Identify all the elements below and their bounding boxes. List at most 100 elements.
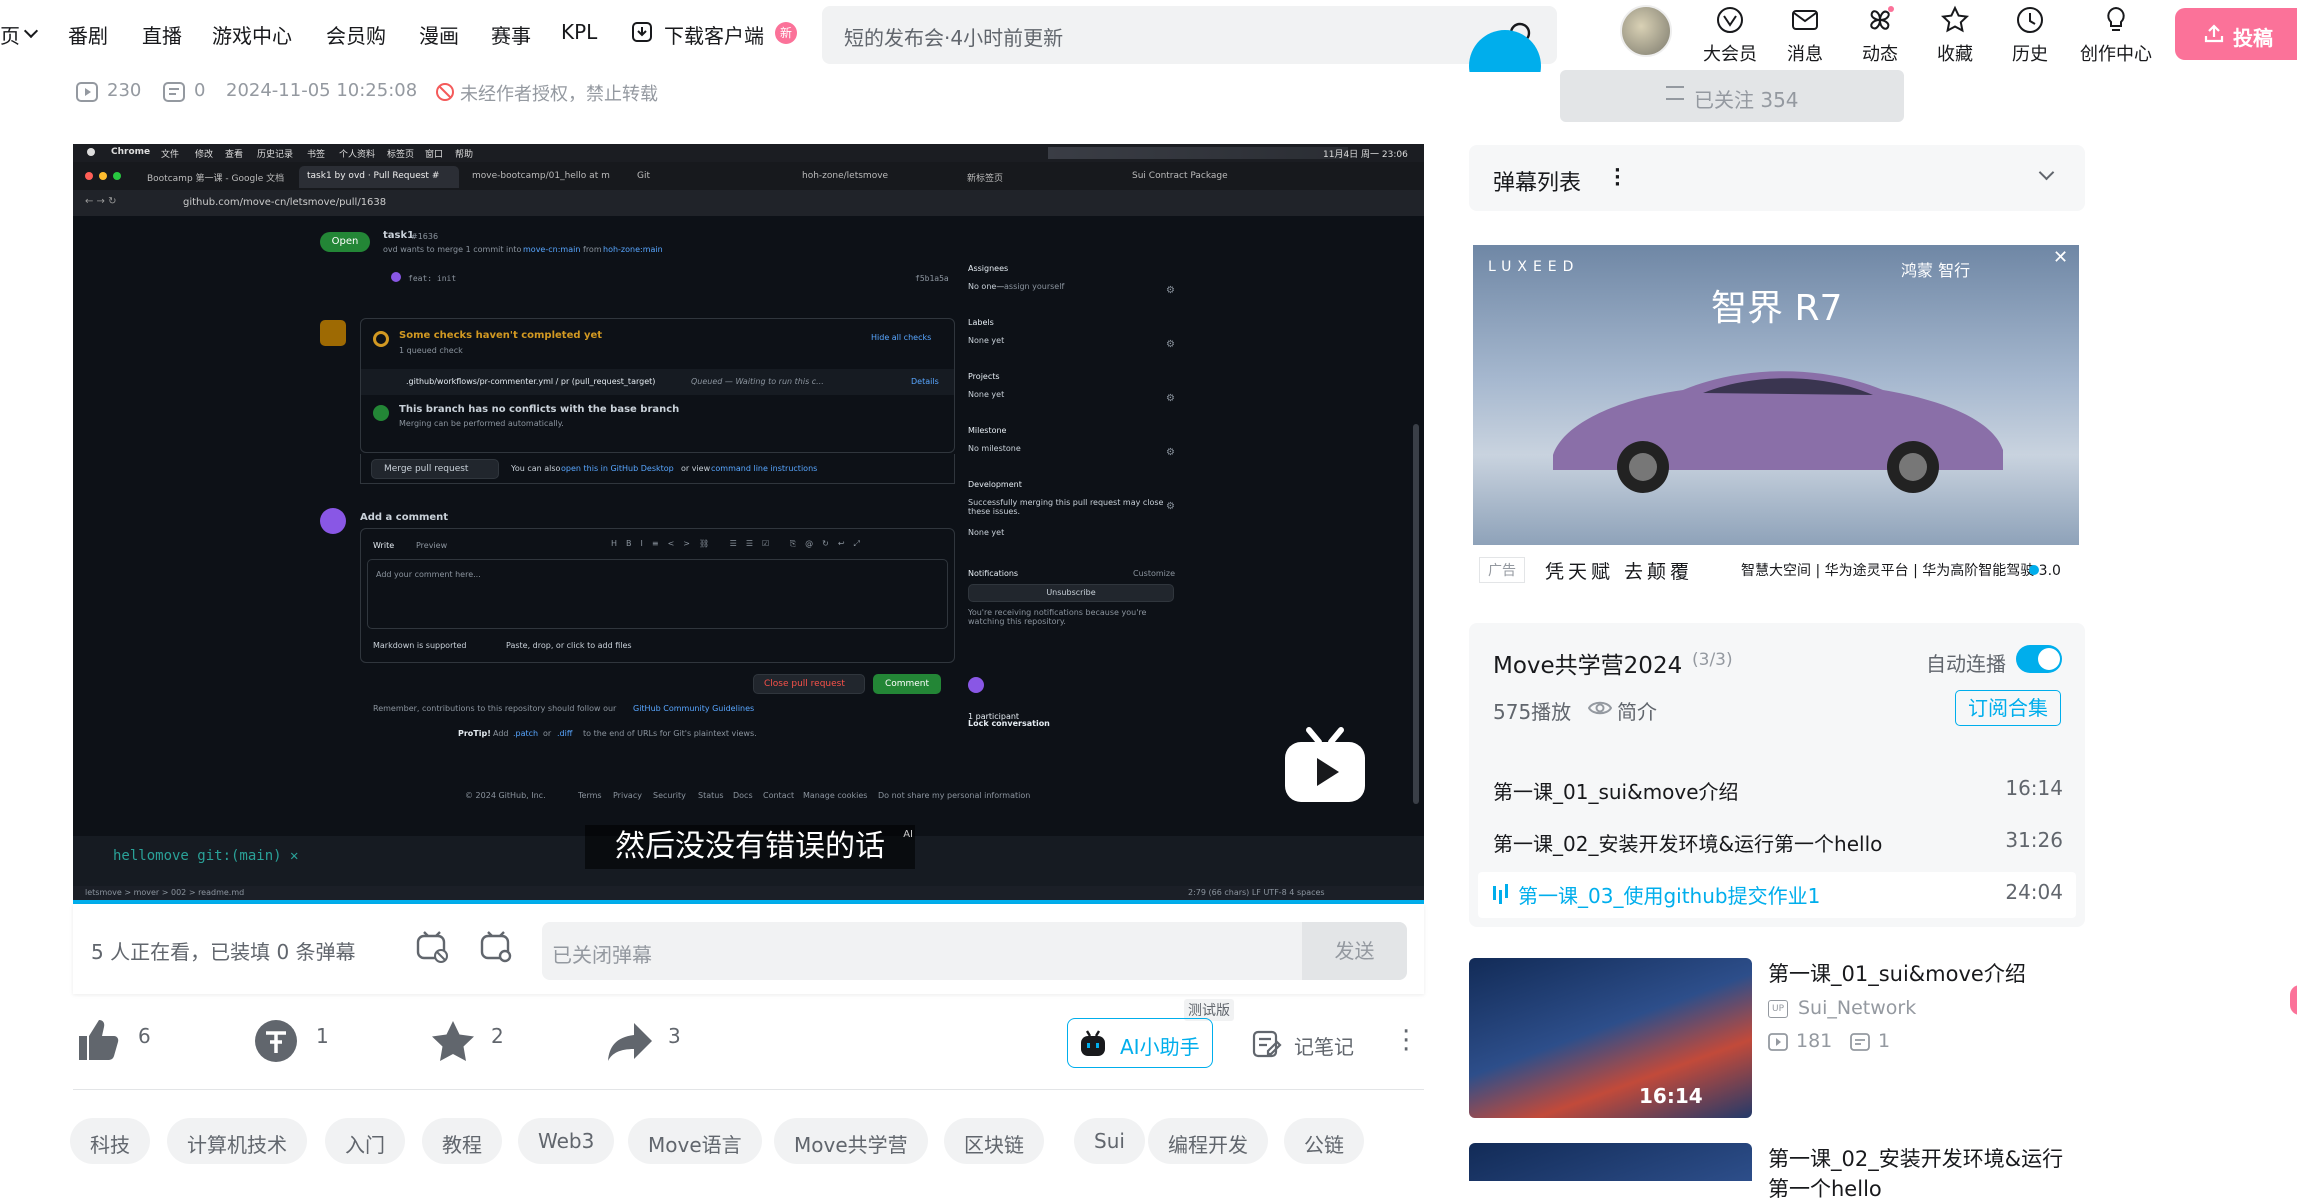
footer-terms[interactable]: Terms xyxy=(578,791,602,800)
followed-button[interactable]: 已关注 354 xyxy=(1560,70,1904,122)
hide-checks-link[interactable]: Hide all checks xyxy=(871,333,931,342)
recommendation-thumbnail[interactable] xyxy=(1469,1143,1752,1181)
like-icon[interactable] xyxy=(73,1016,121,1064)
search-input[interactable]: 短的发布会·4小时前更新 xyxy=(844,22,1063,51)
markdown-toolbar-icons[interactable]: HBI≡<>⛓ ☰☰☑ ⎘@↻↩⤢ xyxy=(611,539,869,549)
browser-tab: Sui Contract Package xyxy=(1132,171,1228,181)
recommendation-title[interactable]: 第一课_02_安装开发环境&运行第一个hello xyxy=(1768,1143,2068,1203)
collection-episode[interactable]: 第一课_01_sui&move介绍 16:14 xyxy=(1493,776,2063,805)
tag-item[interactable]: 公链 xyxy=(1284,1118,1364,1164)
comment-textarea[interactable]: Add your comment here... xyxy=(367,559,948,629)
share-icon[interactable] xyxy=(606,1021,654,1063)
autoplay-toggle[interactable] xyxy=(2016,645,2062,673)
tag-item[interactable]: 入门 xyxy=(325,1118,405,1164)
more-icon[interactable]: · · · xyxy=(1402,1019,1410,1063)
comment-button[interactable]: Comment xyxy=(873,674,941,694)
protip-diff-link[interactable]: .diff xyxy=(557,729,572,738)
github-desktop-link[interactable]: open this in GitHub Desktop xyxy=(561,464,674,473)
gear-icons[interactable]: ⚙ ⚙ ⚙ ⚙ ⚙ xyxy=(1166,264,1175,534)
nav-home[interactable]: 页 xyxy=(0,20,20,49)
collection-intro-link[interactable]: 简介 xyxy=(1617,696,1657,725)
nav-live[interactable]: 直播 xyxy=(142,20,182,49)
footer-do-not-share[interactable]: Do not share my personal information xyxy=(878,791,1030,800)
tag-item[interactable]: 计算机技术 xyxy=(167,1118,307,1164)
recommendation-uploader[interactable]: Sui_Network xyxy=(1798,997,1916,1019)
nav-vip-shop[interactable]: 会员购 xyxy=(326,20,386,49)
danmaku-toggle-icon[interactable] xyxy=(415,930,449,964)
side-widget[interactable] xyxy=(2290,985,2297,1015)
nav-kpl[interactable]: KPL xyxy=(561,20,597,44)
merge-pull-request-button[interactable]: Merge pull request xyxy=(371,459,499,479)
video-player[interactable]: Chrome 文件 修改 查看 历史记录 书签 个人资料 标签页 窗口 帮助 1… xyxy=(73,144,1424,904)
coin-icon[interactable] xyxy=(253,1018,299,1064)
tag-item[interactable]: 科技 xyxy=(70,1118,150,1164)
nav-game-center[interactable]: 游戏中心 xyxy=(212,20,292,49)
lock-conversation[interactable]: Lock conversation xyxy=(968,719,1050,728)
tag-item[interactable]: 编程开发 xyxy=(1148,1118,1268,1164)
tag-item[interactable]: Move语言 xyxy=(628,1118,762,1164)
footer-security[interactable]: Security xyxy=(653,791,686,800)
danmaku-input[interactable]: 已关闭弹幕 发送 xyxy=(542,922,1407,980)
dynamics-button[interactable]: 动态 xyxy=(1848,4,1912,66)
favorites-button[interactable]: 收藏 xyxy=(1923,4,1987,66)
favorite-icon[interactable] xyxy=(430,1019,476,1063)
footer-cookies[interactable]: Manage cookies xyxy=(803,791,867,800)
recommendation-thumbnail[interactable]: 16:14 xyxy=(1469,958,1752,1118)
protip-patch-link[interactable]: .patch xyxy=(513,729,538,738)
browser-tab: hoh-zone/letsmove xyxy=(802,171,889,181)
search-box[interactable]: 短的发布会·4小时前更新 xyxy=(822,6,1557,64)
notes-icon[interactable] xyxy=(1251,1028,1283,1060)
tag-item[interactable]: 教程 xyxy=(422,1118,502,1164)
write-tab[interactable]: Write xyxy=(373,541,394,550)
guidelines-link[interactable]: GitHub Community Guidelines xyxy=(633,704,754,713)
collection-episode-active[interactable]: 第一课_03_使用github提交作业1 24:04 xyxy=(1478,872,2076,918)
preview-tab[interactable]: Preview xyxy=(416,541,447,550)
nav-manga[interactable]: 漫画 xyxy=(419,20,459,49)
close-pr-button[interactable]: Close pull request xyxy=(753,674,865,694)
scrollbar[interactable] xyxy=(1413,424,1419,804)
up-avatar[interactable] xyxy=(1469,30,1541,72)
ai-assistant-label: AI小助手 xyxy=(1120,1035,1200,1059)
nav-download-client[interactable]: 下载客户端 xyxy=(664,20,764,49)
chevron-down-icon[interactable] xyxy=(2038,164,2055,181)
footer-status[interactable]: Status xyxy=(698,791,724,800)
ai-assistant-button[interactable]: AI小助手 xyxy=(1067,1018,1213,1068)
play-button-icon[interactable] xyxy=(1283,724,1367,804)
creator-center-button[interactable]: 创作中心 xyxy=(2073,4,2159,66)
recommendation-title[interactable]: 第一课_01_sui&move介绍 xyxy=(1768,958,2026,988)
footer-docs[interactable]: Docs xyxy=(733,791,753,800)
nav-match[interactable]: 赛事 xyxy=(491,20,531,49)
danmaku-settings-icon[interactable] xyxy=(479,930,513,964)
download-icon[interactable] xyxy=(630,20,654,44)
upload-button[interactable]: 投稿 xyxy=(2175,8,2297,60)
nav-bangumi[interactable]: 番剧 xyxy=(68,20,108,49)
send-button[interactable]: 发送 xyxy=(1302,922,1407,980)
check-details-link[interactable]: Details xyxy=(911,377,939,386)
danmaku-bar: 5 人正在看，已装填 0 条弹幕 已关闭弹幕 发送 xyxy=(73,904,1424,994)
footer-contact[interactable]: Contact xyxy=(763,791,794,800)
tag-item[interactable]: Web3 xyxy=(518,1118,615,1164)
episode-duration: 16:14 xyxy=(2005,776,2063,800)
unsubscribe-button[interactable]: Unsubscribe xyxy=(968,584,1174,602)
vip-button[interactable]: 大会员 xyxy=(1698,4,1762,66)
tag-item[interactable]: 区块链 xyxy=(944,1118,1044,1164)
footer-privacy[interactable]: Privacy xyxy=(613,791,642,800)
ad-banner[interactable]: LUXEED 鸿蒙 智行 智界 R7 ✕ xyxy=(1473,245,2079,545)
messages-button[interactable]: 消息 xyxy=(1773,4,1837,66)
customize-link[interactable]: Customize xyxy=(1133,569,1175,578)
tag-item[interactable]: Sui xyxy=(1074,1118,1145,1164)
more-icon[interactable]: · · · xyxy=(1614,162,1621,194)
subscribe-collection-button[interactable]: 订阅合集 xyxy=(1955,690,2061,726)
danmaku-list-header[interactable]: 弹幕列表 · · · xyxy=(1469,145,2085,211)
cli-instructions-link[interactable]: command line instructions xyxy=(711,464,817,473)
history-button[interactable]: 历史 xyxy=(1998,4,2062,66)
close-icon[interactable]: ✕ xyxy=(2053,247,2075,269)
assign-yourself-link[interactable]: assign yourself xyxy=(1004,282,1064,291)
avatar[interactable] xyxy=(1620,5,1672,57)
nav-arrows-icon: ← → ↻ xyxy=(85,196,117,207)
collection-title[interactable]: Move共学营2024 xyxy=(1493,646,1682,680)
tag-item[interactable]: Move共学营 xyxy=(774,1118,928,1164)
notes-label[interactable]: 记笔记 xyxy=(1294,1031,1354,1060)
chevron-down-icon[interactable] xyxy=(23,23,39,39)
collection-episode[interactable]: 第一课_02_安装开发环境&运行第一个hello 31:26 xyxy=(1493,828,2063,857)
